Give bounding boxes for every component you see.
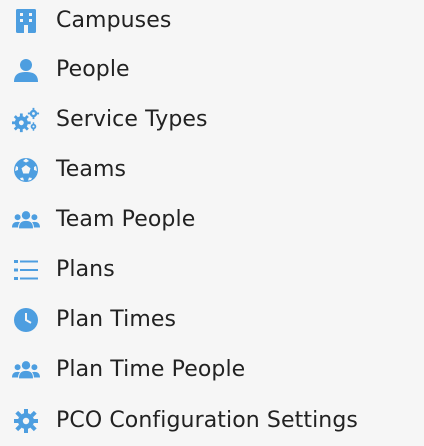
menu-item-plans[interactable]: Plans (0, 245, 424, 295)
menu-item-label: PCO Configuration Settings (56, 408, 358, 433)
menu-item-label: Plan Time People (56, 357, 246, 382)
menu-item-label: Campuses (56, 8, 172, 33)
menu-item-label: Service Types (56, 107, 208, 132)
menu-item-label: Team People (56, 207, 196, 232)
menu-item-label: Teams (56, 157, 127, 182)
users-icon (12, 356, 40, 384)
gear-icon (12, 407, 40, 435)
building-icon (12, 7, 40, 35)
menu-item-plan-times[interactable]: Plan Times (0, 295, 424, 345)
menu-item-team-people[interactable]: Team People (0, 195, 424, 245)
menu-item-pco-configuration-settings[interactable]: PCO Configuration Settings (0, 396, 424, 446)
cogs-icon (12, 106, 40, 134)
users-icon (12, 206, 40, 234)
menu-item-label: People (56, 57, 130, 82)
side-menu: Campuses People Service Types Teams Team… (0, 0, 424, 442)
person-icon (12, 56, 40, 84)
menu-item-people[interactable]: People (0, 45, 424, 95)
menu-item-service-types[interactable]: Service Types (0, 95, 424, 145)
menu-item-teams[interactable]: Teams (0, 145, 424, 195)
clock-icon (12, 306, 40, 334)
soccer-ball-icon (12, 156, 40, 184)
menu-item-campuses[interactable]: Campuses (0, 0, 424, 46)
menu-item-plan-time-people[interactable]: Plan Time People (0, 345, 424, 395)
list-icon (12, 256, 40, 284)
menu-item-label: Plans (56, 257, 115, 282)
menu-item-label: Plan Times (56, 307, 177, 332)
